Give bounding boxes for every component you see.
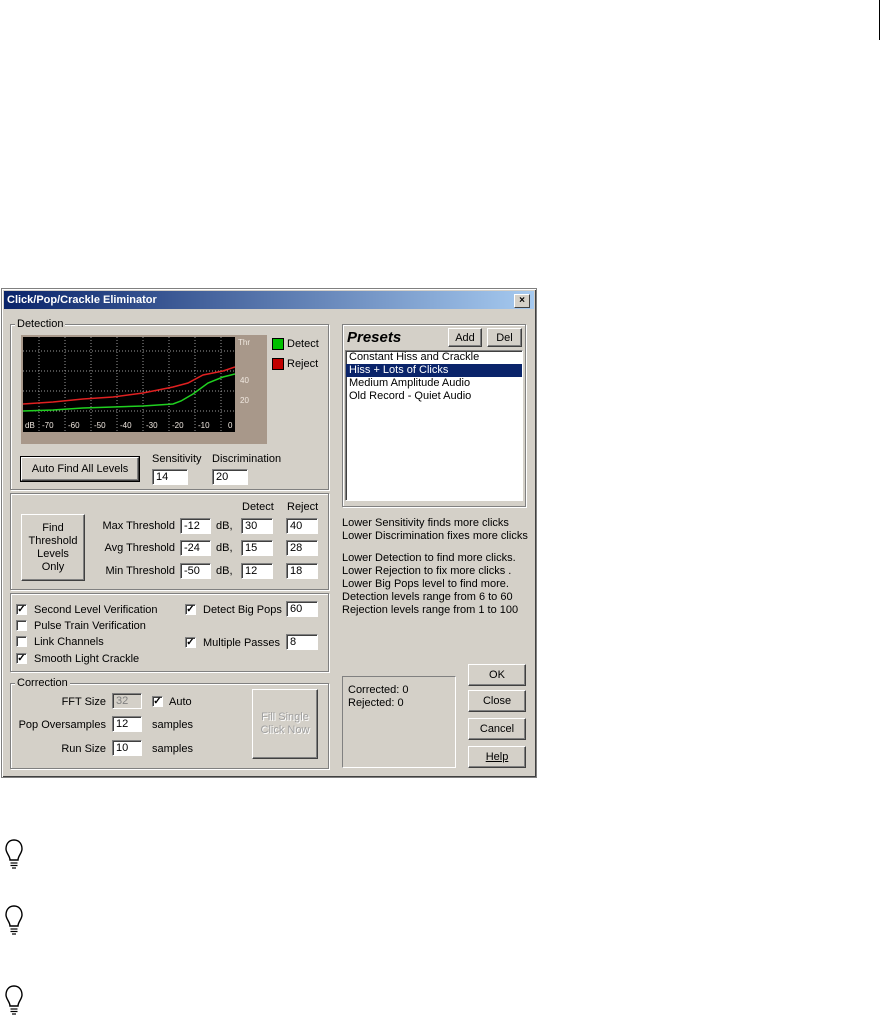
min-threshold-unit: dB, bbox=[216, 565, 233, 577]
help-button[interactable]: Help bbox=[468, 746, 526, 768]
lightbulb-tip-icon bbox=[5, 839, 23, 869]
reject-curve bbox=[23, 366, 235, 405]
max-threshold-detect-field[interactable]: 30 bbox=[241, 518, 273, 534]
avg-threshold-detect-field[interactable]: 15 bbox=[241, 540, 273, 556]
x-tick-10: -10 bbox=[198, 421, 210, 430]
preset-item-selected[interactable]: Hiss + Lots of Clicks bbox=[346, 364, 522, 377]
correction-group-label: Correction bbox=[15, 677, 70, 689]
multiple-passes-checkbox[interactable]: ✓ bbox=[185, 637, 196, 648]
help-text-line: Lower Discrimination fixes more clicks bbox=[342, 530, 528, 542]
detect-column-header: Detect bbox=[242, 501, 274, 513]
help-text-line: Lower Detection to find more clicks. bbox=[342, 552, 516, 564]
close-icon[interactable]: × bbox=[514, 294, 530, 308]
discrimination-field[interactable]: 20 bbox=[212, 469, 248, 485]
detect-big-pops-checkbox[interactable]: ✓ bbox=[185, 604, 196, 615]
detect-curve bbox=[23, 373, 235, 412]
fft-size-field[interactable]: 32 bbox=[112, 693, 142, 709]
x-tick-20: -20 bbox=[172, 421, 184, 430]
multiple-passes-field[interactable]: 8 bbox=[286, 634, 318, 650]
x-tick-70: -70 bbox=[42, 421, 54, 430]
y-tick-40: 40 bbox=[240, 376, 249, 385]
cancel-button[interactable]: Cancel bbox=[468, 718, 526, 740]
add-preset-button[interactable]: Add bbox=[448, 328, 482, 347]
auto-find-all-levels-button[interactable]: Auto Find All Levels bbox=[20, 456, 140, 482]
detect-legend-label: Detect bbox=[287, 338, 319, 350]
run-size-unit: samples bbox=[152, 743, 193, 755]
max-threshold-reject-field[interactable]: 40 bbox=[286, 518, 318, 534]
pop-oversamples-field[interactable]: 12 bbox=[112, 716, 142, 732]
min-threshold-detect-field[interactable]: 12 bbox=[241, 563, 273, 579]
smooth-light-crackle-checkbox[interactable]: ✓ bbox=[16, 653, 27, 664]
x-tick-30: -30 bbox=[146, 421, 158, 430]
delete-preset-button[interactable]: Del bbox=[487, 328, 522, 347]
find-threshold-levels-only-button[interactable]: Find Threshold Levels Only bbox=[21, 514, 85, 581]
min-threshold-label: Min Threshold bbox=[105, 565, 176, 577]
smooth-light-crackle-label: Smooth Light Crackle bbox=[34, 653, 140, 665]
sensitivity-label: Sensitivity bbox=[152, 453, 202, 465]
x-tick-40: -40 bbox=[120, 421, 132, 430]
detect-legend-swatch bbox=[272, 338, 284, 350]
help-text-line: Detection levels range from 6 to 60 bbox=[342, 591, 513, 603]
run-size-label: Run Size bbox=[61, 743, 106, 755]
reject-legend-label: Reject bbox=[287, 358, 319, 370]
fft-size-label: FFT Size bbox=[61, 696, 106, 708]
y-tick-20: 20 bbox=[240, 396, 249, 405]
pop-oversamples-label: Pop Oversamples bbox=[18, 719, 106, 731]
presets-title: Presets bbox=[347, 329, 402, 346]
avg-threshold-label: Avg Threshold bbox=[104, 542, 175, 554]
rejected-count: Rejected: 0 bbox=[348, 697, 404, 709]
discrimination-label: Discrimination bbox=[212, 453, 282, 465]
title-bar[interactable]: Click/Pop/Crackle Eliminator × bbox=[4, 291, 534, 309]
x-tick-0: 0 bbox=[228, 421, 233, 430]
avg-threshold-db-field[interactable]: -24 bbox=[180, 540, 211, 556]
lightbulb-tip-icon bbox=[5, 905, 23, 935]
fft-auto-label: Auto bbox=[169, 696, 192, 708]
help-text-line: Lower Big Pops level to find more. bbox=[342, 578, 509, 590]
min-threshold-reject-field[interactable]: 18 bbox=[286, 563, 318, 579]
avg-threshold-reject-field[interactable]: 28 bbox=[286, 540, 318, 556]
pop-oversamples-unit: samples bbox=[152, 719, 193, 731]
sensitivity-field[interactable]: 14 bbox=[152, 469, 188, 485]
y-tick-thr: Thr bbox=[238, 338, 250, 347]
help-text-line: Lower Rejection to fix more clicks . bbox=[342, 565, 512, 577]
help-text-line: Lower Sensitivity finds more clicks bbox=[342, 517, 509, 529]
second-level-verification-checkbox[interactable]: ✓ bbox=[16, 604, 27, 615]
max-threshold-db-field[interactable]: -12 bbox=[180, 518, 211, 534]
big-pops-level-field[interactable]: 60 bbox=[286, 601, 318, 617]
presets-list[interactable]: Constant Hiss and Crackle Hiss + Lots of… bbox=[345, 350, 523, 501]
preset-item[interactable]: Medium Amplitude Audio bbox=[346, 377, 522, 390]
avg-threshold-unit: dB, bbox=[216, 542, 233, 554]
fill-single-click-now-button[interactable]: Fill Single Click Now bbox=[252, 689, 318, 759]
link-channels-checkbox[interactable] bbox=[16, 636, 27, 647]
reject-column-header: Reject bbox=[287, 501, 319, 513]
window-title: Click/Pop/Crackle Eliminator bbox=[7, 294, 157, 306]
ok-button[interactable]: OK bbox=[468, 664, 526, 686]
x-tick-50: -50 bbox=[94, 421, 106, 430]
detection-group-label: Detection bbox=[15, 318, 66, 330]
preset-item[interactable]: Constant Hiss and Crackle bbox=[346, 351, 522, 364]
corrected-count: Corrected: 0 bbox=[348, 684, 409, 696]
link-channels-label: Link Channels bbox=[34, 636, 104, 648]
min-threshold-db-field[interactable]: -50 bbox=[180, 563, 211, 579]
second-level-verification-label: Second Level Verification bbox=[34, 604, 158, 616]
x-tick-db: dB bbox=[25, 421, 35, 430]
reject-legend-swatch bbox=[272, 358, 284, 370]
max-threshold-label: Max Threshold bbox=[102, 520, 175, 532]
click-pop-crackle-eliminator-dialog: Click/Pop/Crackle Eliminator × Detection… bbox=[1, 288, 537, 778]
page-margin-rule bbox=[879, 0, 880, 40]
preset-item[interactable]: Old Record - Quiet Audio bbox=[346, 390, 522, 403]
max-threshold-unit: dB, bbox=[216, 520, 233, 532]
multiple-passes-label: Multiple Passes bbox=[203, 637, 281, 649]
fft-auto-checkbox[interactable]: ✓ bbox=[152, 696, 163, 707]
x-tick-60: -60 bbox=[68, 421, 80, 430]
threshold-graph: Thr 40 20 dB -70 -60 -50 -40 -30 -20 -10… bbox=[21, 335, 267, 444]
graph-plot-area bbox=[23, 337, 235, 432]
detect-big-pops-label: Detect Big Pops bbox=[203, 604, 282, 616]
pulse-train-verification-label: Pulse Train Verification bbox=[34, 620, 146, 632]
close-button[interactable]: Close bbox=[468, 690, 526, 712]
help-text-line: Rejection levels range from 1 to 100 bbox=[342, 604, 519, 616]
run-size-field[interactable]: 10 bbox=[112, 740, 142, 756]
lightbulb-tip-icon bbox=[5, 985, 23, 1015]
pulse-train-verification-checkbox[interactable] bbox=[16, 620, 27, 631]
